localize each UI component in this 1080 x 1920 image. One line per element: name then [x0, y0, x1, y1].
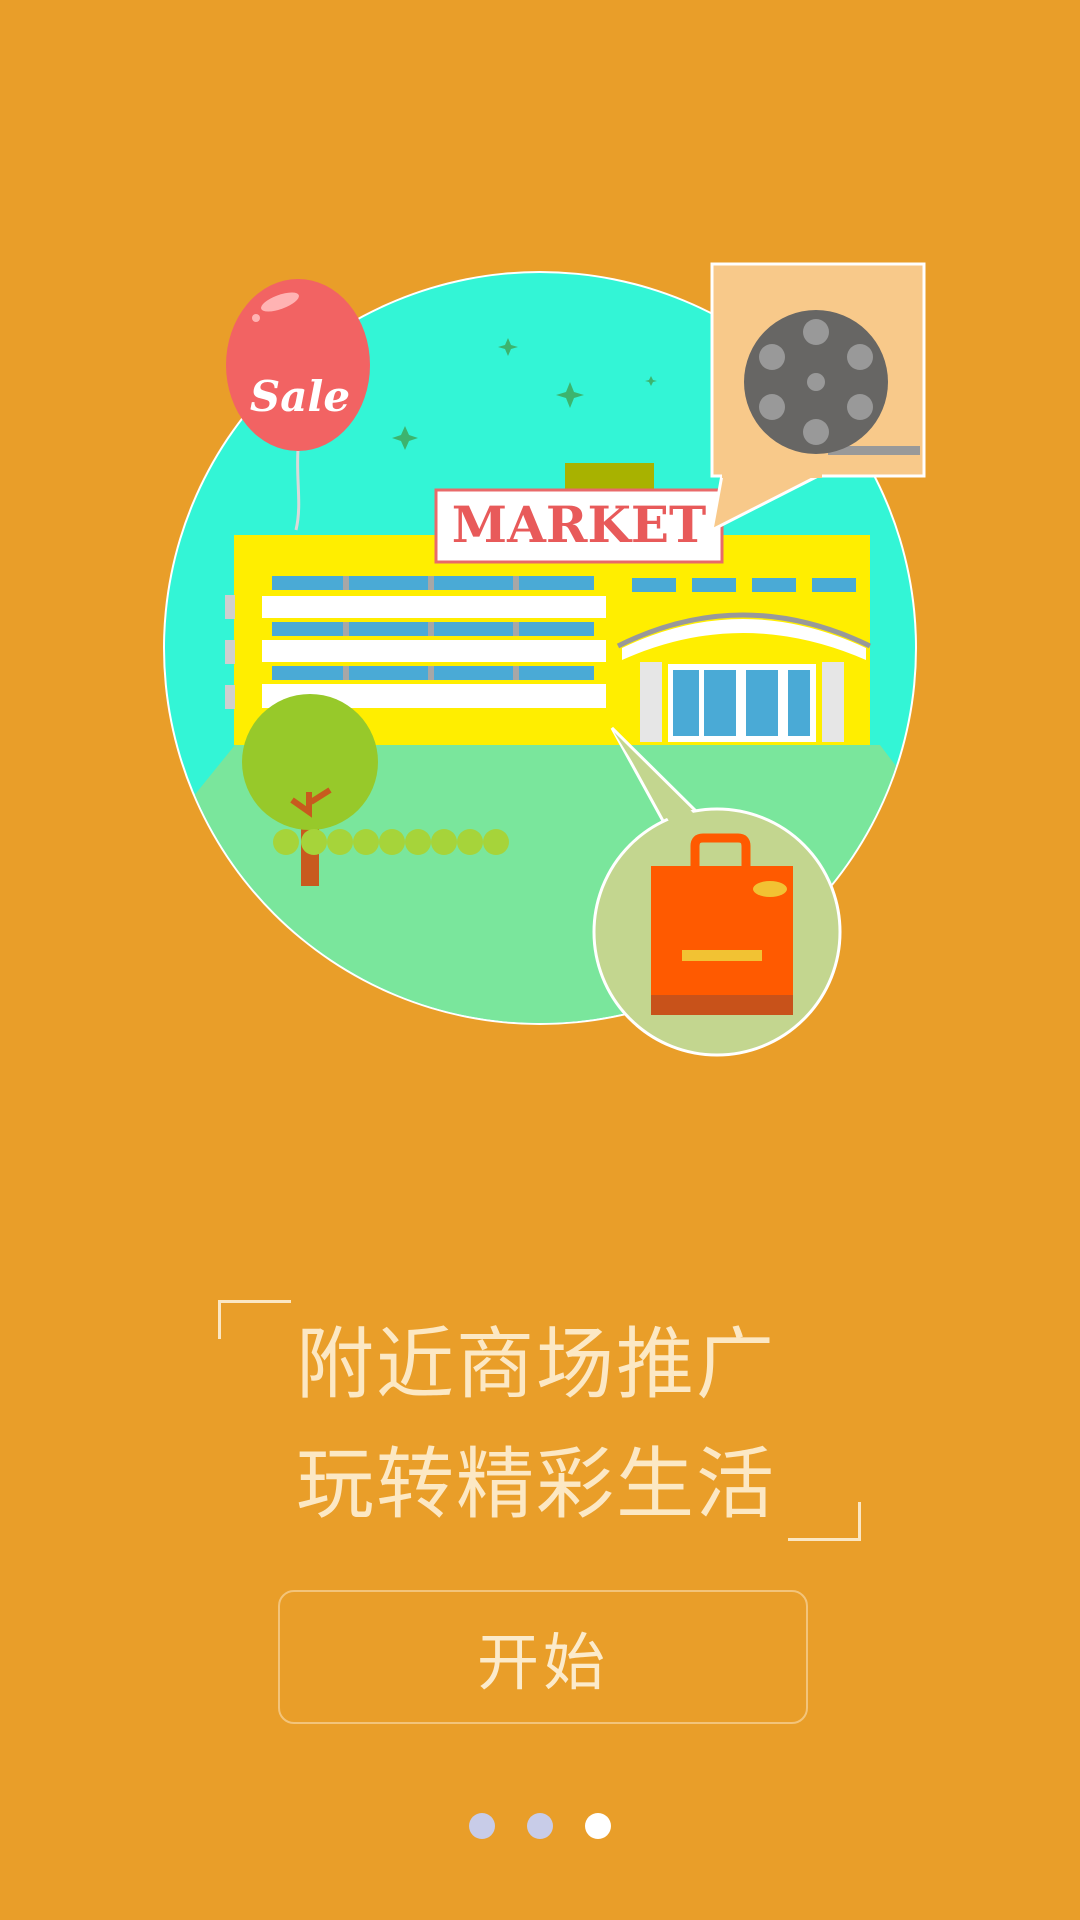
page-dot-2[interactable] — [527, 1813, 553, 1839]
start-button[interactable]: 开始 — [278, 1590, 808, 1724]
page-dot-1[interactable] — [469, 1813, 495, 1839]
market-scene: MARKET Sale — [163, 262, 926, 1057]
page-dot-3-active[interactable] — [585, 1813, 611, 1839]
balloon-sale-text: Sale — [250, 372, 350, 421]
market-illustration: MARKET Sale — [0, 0, 1080, 1080]
page-indicator — [0, 1813, 1080, 1843]
market-sign-text: MARKET — [452, 495, 706, 554]
open-bracket-icon — [218, 1300, 291, 1339]
close-bracket-icon — [788, 1502, 861, 1541]
tagline-line-2: 玩转精彩生活 — [296, 1440, 777, 1530]
tagline-line-1: 附近商场推广 — [296, 1320, 777, 1410]
market-sign: MARKET — [434, 488, 724, 564]
bushes — [273, 829, 509, 855]
tagline: 附近商场推广 玩转精彩生活 — [210, 1290, 870, 1550]
